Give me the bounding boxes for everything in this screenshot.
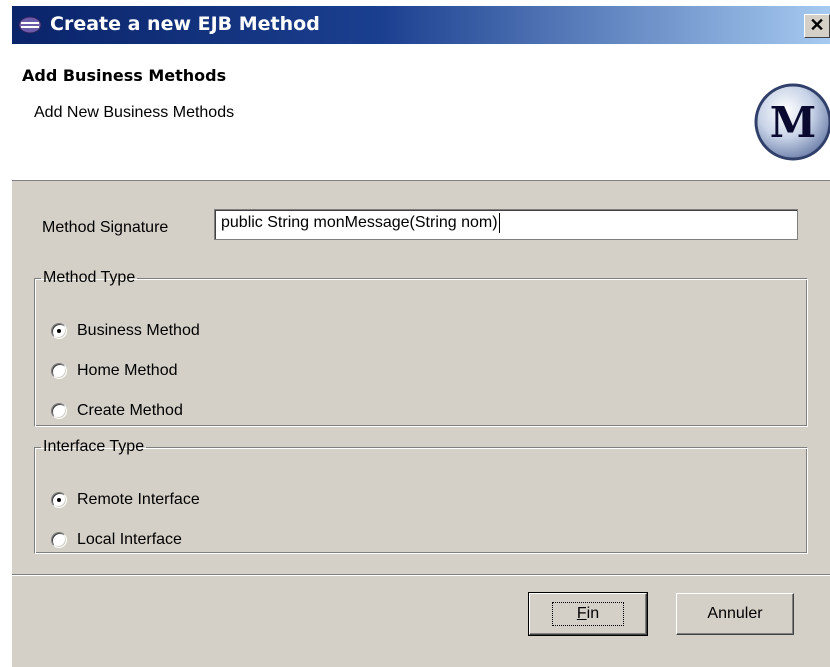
method-type-group: Method Type Business Method Home Method …	[34, 269, 808, 427]
radio-label: Remote Interface	[77, 491, 200, 508]
interface-type-legend: Interface Type	[43, 438, 145, 455]
eclipse-app-icon	[18, 15, 42, 35]
wizard-header: Add Business Methods Add New Business Me…	[12, 44, 830, 181]
radio-button-checked[interactable]	[51, 323, 67, 339]
method-signature-value: public String monMessage(String nom)	[221, 214, 498, 232]
radio-business-method[interactable]: Business Method	[51, 319, 200, 343]
radio-button[interactable]	[51, 532, 67, 548]
page-description: Add New Business Methods	[34, 104, 235, 121]
dialog-body: Method Signature public String monMessag…	[12, 181, 830, 667]
radio-label: Business Method	[77, 322, 200, 339]
close-button[interactable]: ✕	[804, 14, 830, 38]
method-logo-icon: M	[752, 82, 830, 162]
method-signature-label: Method Signature	[42, 219, 169, 236]
text-caret	[498, 213, 500, 233]
page-title: Add Business Methods	[22, 66, 227, 85]
cancel-button-label: Annuler	[707, 605, 763, 622]
logo-letter: M	[770, 98, 817, 147]
method-type-legend: Method Type	[43, 269, 136, 286]
title-bar[interactable]: Create a new EJB Method ✕	[12, 6, 830, 44]
radio-label: Local Interface	[77, 531, 182, 548]
radio-button[interactable]	[51, 403, 67, 419]
radio-home-method[interactable]: Home Method	[51, 359, 178, 383]
interface-type-group: Interface Type Remote Interface Local In…	[34, 438, 808, 554]
finish-button-label: Fin	[551, 602, 625, 626]
method-signature-input[interactable]: public String monMessage(String nom)	[214, 209, 798, 240]
radio-remote-interface[interactable]: Remote Interface	[51, 488, 200, 512]
radio-create-method[interactable]: Create Method	[51, 399, 183, 423]
finish-button[interactable]: Fin	[528, 592, 648, 636]
radio-label: Create Method	[77, 402, 183, 419]
radio-button-checked[interactable]	[51, 492, 67, 508]
radio-local-interface[interactable]: Local Interface	[51, 528, 182, 552]
radio-button[interactable]	[51, 363, 67, 379]
button-separator	[12, 574, 830, 576]
window-title: Create a new EJB Method	[50, 13, 320, 35]
cancel-button[interactable]: Annuler	[676, 593, 794, 635]
close-icon: ✕	[809, 15, 825, 35]
radio-label: Home Method	[77, 362, 178, 379]
